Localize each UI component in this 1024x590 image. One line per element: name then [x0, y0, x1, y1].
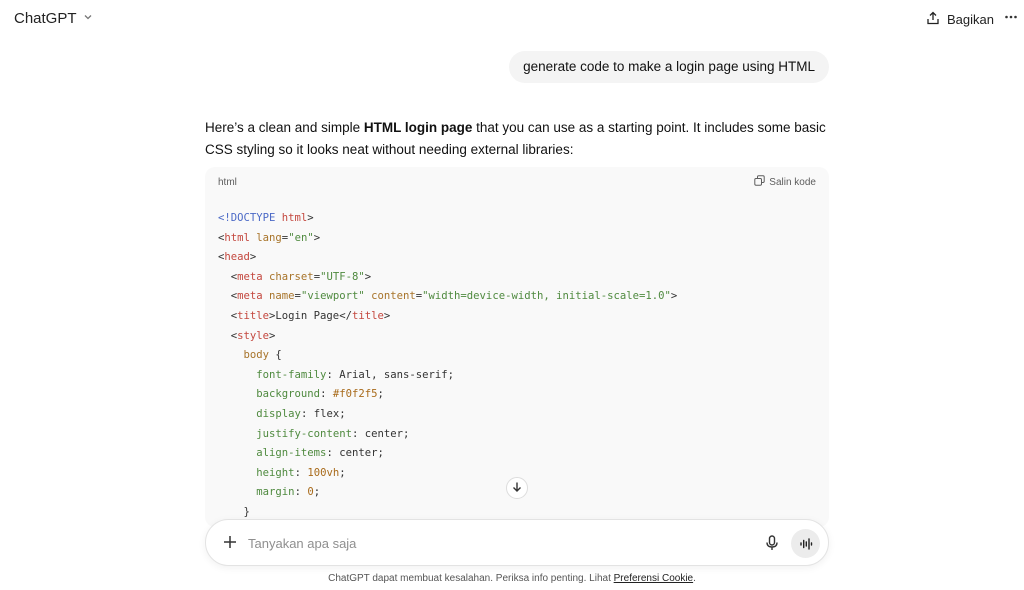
- code-line: <html lang="en">: [218, 231, 321, 244]
- copy-code-button[interactable]: Salin kode: [754, 175, 816, 189]
- code-line: <!DOCTYPE html>: [218, 212, 314, 224]
- code-line: display: flex;: [256, 407, 346, 420]
- intro-text-start: Here’s a clean and simple: [205, 120, 364, 135]
- voice-waveform-icon[interactable]: [791, 529, 820, 558]
- code-line: justify-content: center;: [256, 427, 410, 440]
- code-content: <!DOCTYPE html> <html lang="en"> <head> <m…: [205, 197, 829, 523]
- user-message-bubble: generate code to make a login page using…: [509, 51, 829, 83]
- more-horizontal-icon[interactable]: [1004, 10, 1018, 29]
- disclaimer-footer: ChatGPT dapat membuat kesalahan. Periksa…: [0, 573, 1024, 584]
- plus-icon[interactable]: [220, 532, 240, 552]
- code-line: <style>: [218, 329, 276, 342]
- arrow-down-icon: [511, 481, 523, 496]
- disclaimer-suffix: .: [693, 573, 696, 584]
- model-selector[interactable]: ChatGPT: [14, 10, 93, 27]
- copy-icon: [754, 175, 765, 189]
- assistant-intro-text: Here’s a clean and simple HTML login pag…: [205, 117, 829, 161]
- disclaimer-text: ChatGPT dapat membuat kesalahan. Periksa…: [328, 573, 614, 584]
- message-composer: [205, 519, 829, 566]
- code-line: <meta charset="UTF-8">: [218, 270, 372, 283]
- code-line: font-family: Arial, sans-serif;: [256, 368, 455, 381]
- cookie-preferences-link[interactable]: Preferensi Cookie: [614, 573, 693, 584]
- intro-text-bold: HTML login page: [363, 120, 473, 135]
- scroll-to-bottom-button[interactable]: [506, 477, 528, 499]
- share-label: Bagikan: [947, 12, 994, 27]
- code-line: background: #f0f2f5;: [256, 388, 384, 401]
- code-line: <head>: [218, 251, 257, 264]
- code-block-header: html Salin kode: [205, 167, 829, 197]
- code-line: <title>Login Page</title>: [218, 309, 391, 322]
- user-message-text: generate code to make a login page using…: [523, 59, 815, 74]
- microphone-icon[interactable]: [762, 533, 782, 553]
- share-upload-icon: [926, 11, 940, 28]
- prompt-input[interactable]: [248, 529, 748, 557]
- code-language-label: html: [218, 176, 237, 188]
- code-line: <meta name="viewport" content="width=dev…: [218, 290, 678, 303]
- top-bar: ChatGPT Bagikan: [0, 0, 1024, 42]
- code-block: html Salin kode <!DOCTYPE html> <html lan…: [205, 167, 829, 527]
- share-button[interactable]: Bagikan: [926, 11, 994, 28]
- code-line: align-items: center;: [256, 447, 384, 460]
- chevron-down-icon: [83, 12, 93, 25]
- model-name: ChatGPT: [14, 10, 77, 27]
- code-line: body {: [243, 349, 282, 362]
- copy-code-label: Salin kode: [769, 176, 816, 188]
